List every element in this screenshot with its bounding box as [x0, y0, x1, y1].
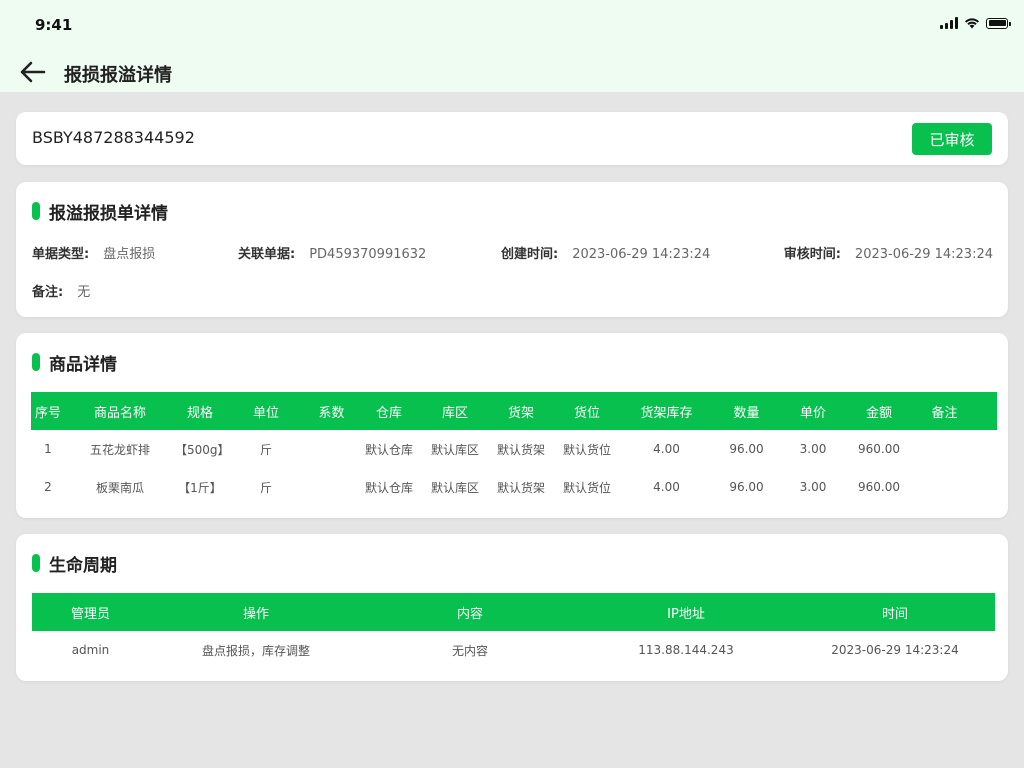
status-badge[interactable]: 已审核	[912, 123, 992, 155]
table-header: 管理员 操作 内容 IP地址 时间	[32, 593, 995, 631]
table-cell: 五花龙虾排	[89, 442, 150, 457]
info-reviewed-time: 审核时间: 2023-06-29 14:23:24	[784, 243, 993, 262]
column-header: 系数	[318, 405, 345, 421]
status-bar: 9:41	[0, 0, 1024, 50]
column-header: 单价	[799, 405, 826, 421]
table-cell: 113.88.144.243	[638, 643, 734, 657]
table-cell: 默认库区	[430, 480, 479, 495]
goods-card: 商品详情 序号 商品名称 规格 单位 系数 仓库 库区 货架 货位 货架库存 数量 单价 金额 备注 1 五花…	[16, 333, 1008, 518]
back-button[interactable]	[16, 58, 48, 86]
table-cell: 96.00	[729, 480, 764, 494]
table-cell: 1	[44, 442, 52, 456]
column-header: 时间	[881, 606, 908, 622]
column-header: 商品名称	[93, 405, 146, 421]
column-header: 序号	[34, 405, 61, 421]
page-title: 报损报溢详情	[64, 65, 172, 86]
section-title-text: 商品详情	[49, 354, 117, 375]
status-icons	[940, 16, 1011, 30]
table-cell: admin	[71, 643, 110, 657]
table-cell: 盘点报损，库存调整	[201, 643, 310, 658]
column-header: 备注	[931, 405, 958, 421]
section-title-text: 生命周期	[49, 555, 117, 576]
table-cell: 斤	[259, 442, 272, 457]
info-value: 盘点报损	[103, 247, 156, 262]
table-cell: 【500g】	[175, 442, 225, 457]
table-header: 序号 商品名称 规格 单位 系数 仓库 库区 货架 货位 货架库存 数量 单价 金额 备注	[31, 392, 997, 430]
table-cell: 默认货架	[496, 442, 545, 457]
table-cell: 3.00	[799, 442, 827, 456]
table-cell: 斤	[259, 480, 272, 495]
section-marker	[32, 202, 40, 220]
table-cell: 默认仓库	[364, 442, 413, 457]
table-cell: 4.00	[653, 480, 680, 494]
lifecycle-section-title: 生命周期	[32, 553, 117, 576]
table-cell: 板栗南瓜	[95, 480, 144, 495]
info-label: 审核时间:	[783, 247, 841, 262]
column-header: 货架	[507, 405, 534, 421]
column-header: 单位	[252, 405, 279, 421]
table-cell: 默认货位	[562, 442, 611, 457]
order-number: BSBY487288344592	[32, 128, 195, 147]
column-header: 货位	[573, 405, 600, 421]
table-row: admin 盘点报损，库存调整 无内容 113.88.144.243 2023-06-2…	[32, 631, 995, 669]
info-value: PD459370991632	[309, 247, 427, 262]
table-cell: 默认库区	[430, 442, 479, 457]
column-header: 操作	[242, 606, 269, 622]
column-header: 管理员	[70, 606, 110, 622]
info-remark: 备注: 无	[32, 281, 90, 300]
goods-table: 序号 商品名称 规格 单位 系数 仓库 库区 货架 货位 货架库存 数量 单价 金额 备注 1 五花龙虾排 【5…	[31, 392, 997, 506]
section-title-text: 报溢报损单详情	[49, 203, 168, 224]
detail-card: 报溢报损单详情 单据类型: 盘点报损 关联单据: PD459370991632 创建…	[16, 182, 1008, 317]
lifecycle-card: 生命周期 管理员 操作 内容 IP地址 时间 admin 盘点报损，库存调整 无内容 113.8…	[16, 534, 1008, 681]
info-label: 关联单据:	[238, 247, 296, 262]
info-doc-type: 单据类型: 盘点报损	[32, 243, 155, 262]
goods-section-title: 商品详情	[32, 352, 117, 375]
nav-bar: 报损报溢详情	[0, 50, 1024, 92]
info-label: 创建时间:	[501, 247, 559, 262]
column-header: IP地址	[667, 606, 705, 622]
status-time: 9:41	[35, 16, 73, 34]
section-marker	[32, 554, 40, 572]
column-header: 库区	[441, 405, 468, 421]
column-header: 内容	[456, 606, 483, 622]
table-cell: 3.00	[799, 480, 827, 494]
column-header: 规格	[186, 405, 213, 421]
table-row: 1 五花龙虾排 【500g】 斤 默认仓库 默认库区 默认货架 默认货位 4.00 96.00 3.…	[31, 430, 997, 468]
column-header: 金额	[865, 405, 892, 421]
table-cell: 无内容	[451, 643, 488, 658]
cellular-signal-icon	[940, 17, 958, 29]
table-cell: 960.00	[858, 480, 900, 494]
arrow-left-icon	[20, 61, 46, 83]
column-header: 数量	[733, 405, 760, 421]
info-value: 2023-06-29 14:23:24	[572, 247, 711, 262]
info-label: 单据类型:	[32, 247, 90, 262]
table-cell: 96.00	[729, 442, 764, 456]
battery-icon	[986, 17, 1011, 29]
column-header: 货架库存	[640, 405, 693, 421]
wifi-icon	[965, 18, 979, 29]
table-cell: 默认货位	[562, 480, 611, 495]
table-cell: 4.00	[653, 442, 680, 456]
info-created-time: 创建时间: 2023-06-29 14:23:24	[501, 243, 710, 262]
section-marker	[32, 353, 40, 371]
info-related-doc: 关联单据: PD459370991632	[238, 243, 426, 262]
table-cell: 2023-06-29 14:23:24	[831, 643, 959, 657]
lifecycle-table: 管理员 操作 内容 IP地址 时间 admin 盘点报损，库存调整 无内容 113.88.144…	[32, 593, 995, 669]
table-cell: 2	[44, 480, 52, 494]
table-cell: 【1斤】	[178, 480, 222, 495]
order-card: BSBY487288344592 已审核	[16, 112, 1008, 165]
table-cell: 默认仓库	[364, 480, 413, 495]
table-cell: 960.00	[858, 442, 900, 456]
table-row: 2 板栗南瓜 【1斤】 斤 默认仓库 默认库区 默认货架 默认货位 4.00 96.00 3.00 9…	[31, 468, 997, 506]
table-cell: 默认货架	[496, 480, 545, 495]
column-header: 仓库	[375, 405, 402, 421]
info-value: 2023-06-29 14:23:24	[854, 247, 993, 262]
detail-section-title: 报溢报损单详情	[32, 201, 168, 224]
info-label: 备注:	[32, 285, 64, 300]
info-value: 无	[77, 285, 91, 300]
